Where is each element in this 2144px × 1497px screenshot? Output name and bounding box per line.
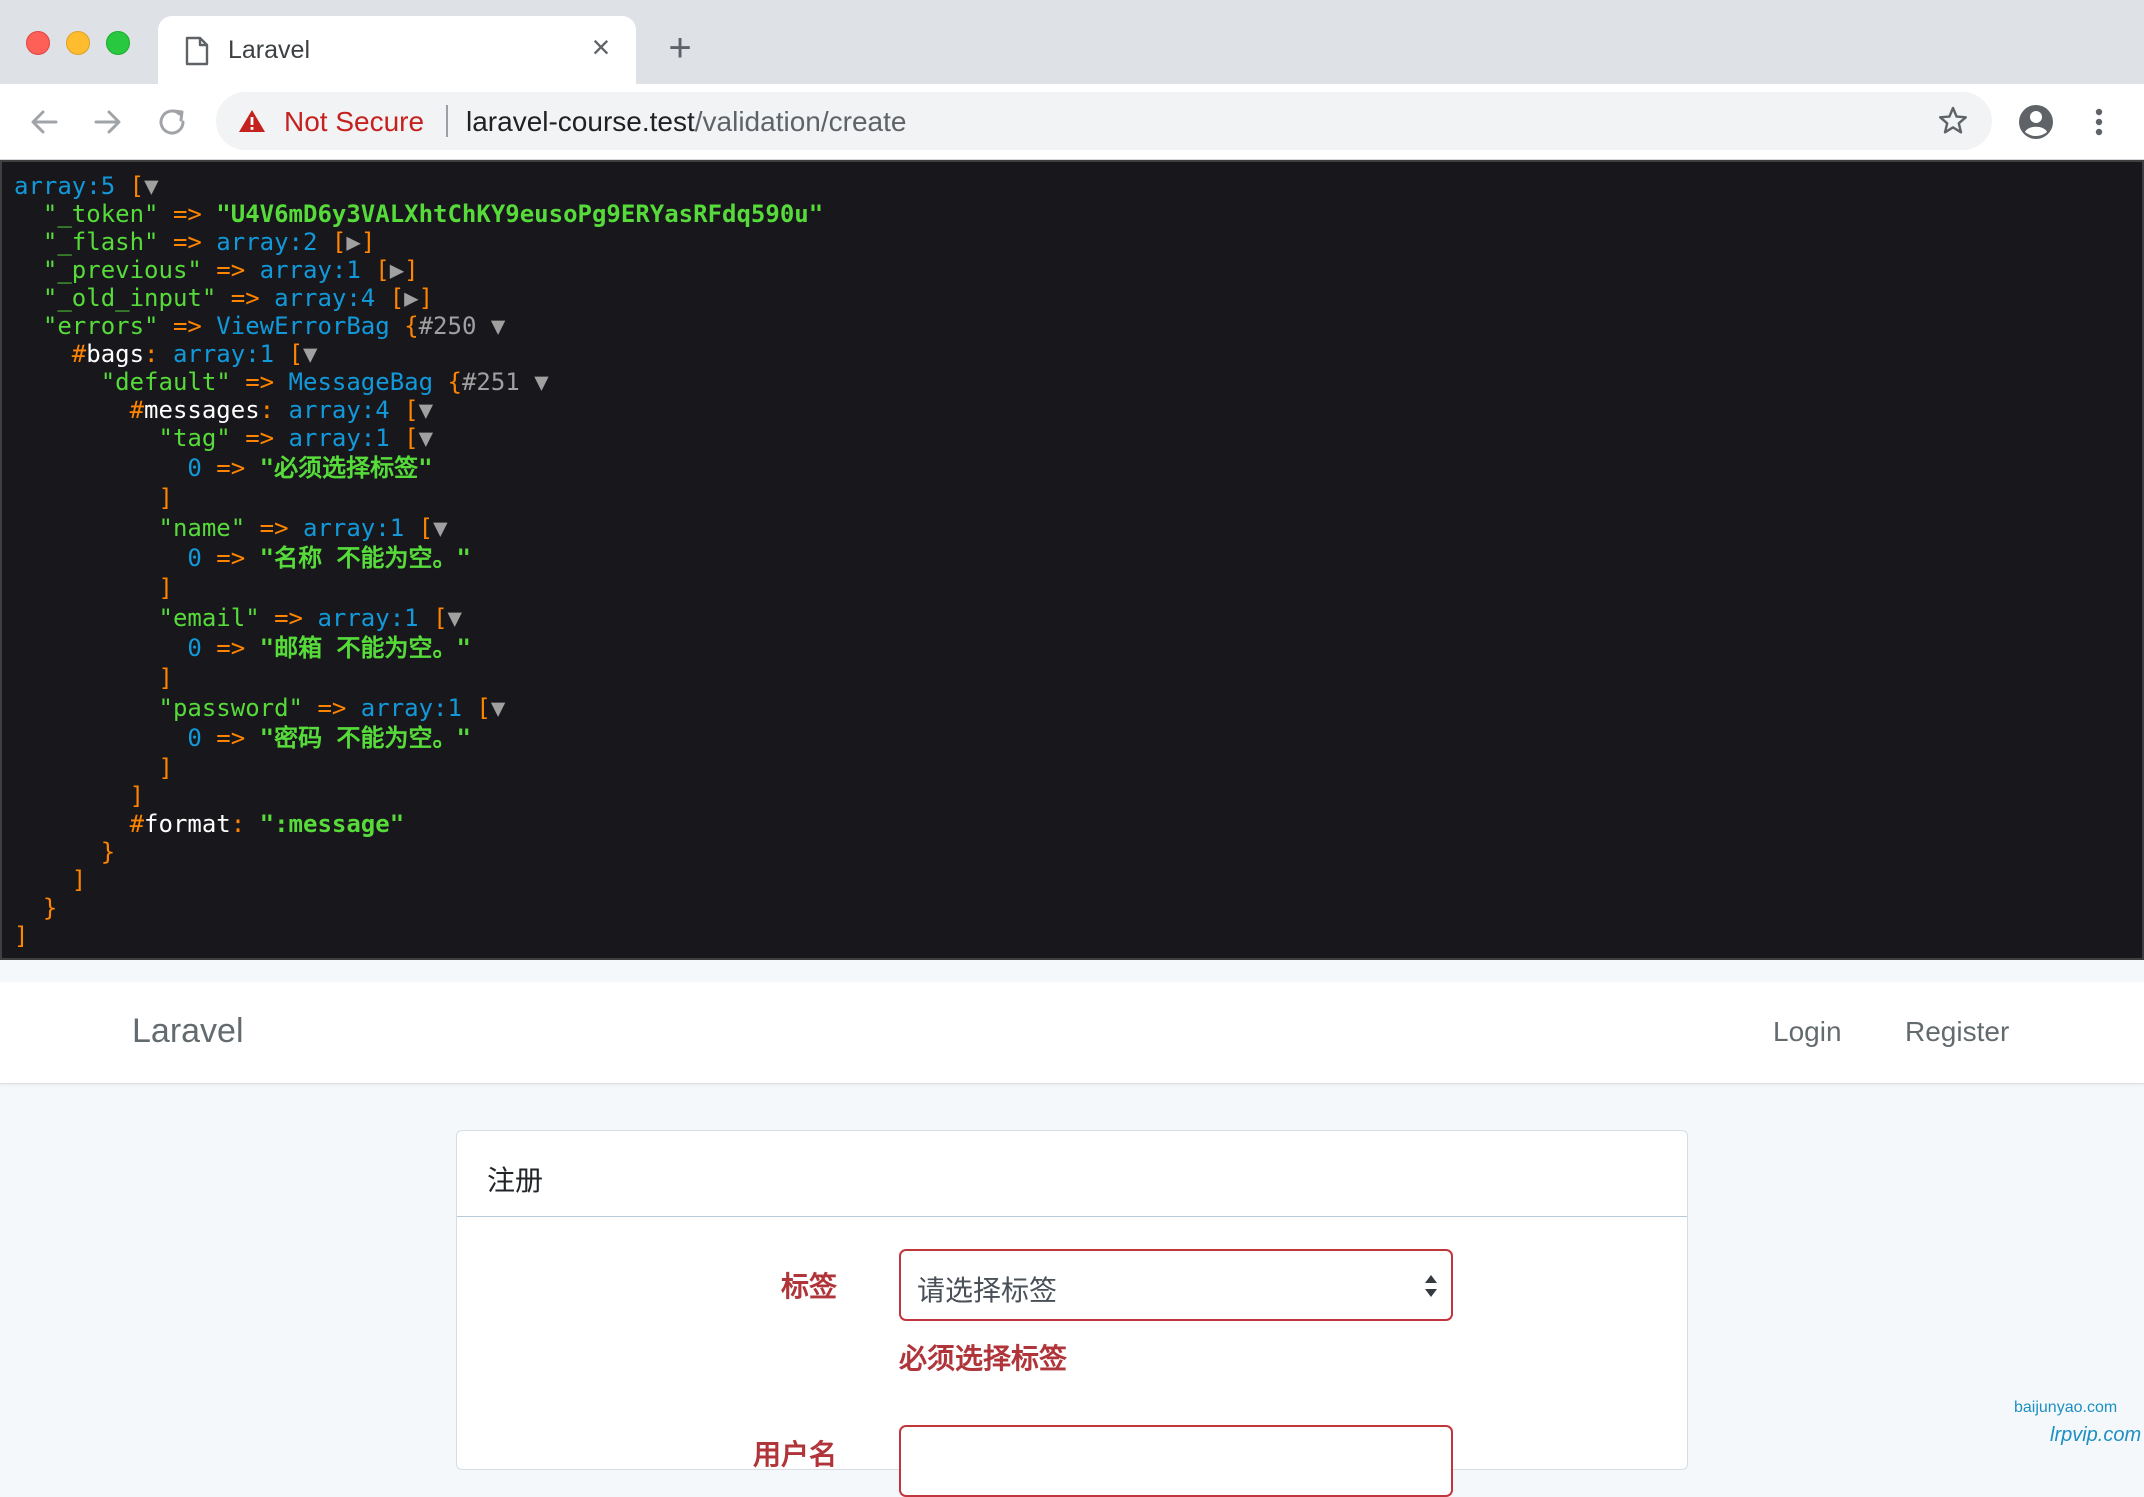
toggle-collapse-icon[interactable]: ▼ [303,340,317,368]
dump-line-email: "email" => array:1 [▼ [158,604,462,632]
toggle-expand-icon[interactable]: ▶ [390,256,404,284]
toggle-collapse-icon[interactable]: ▼ [448,604,462,632]
warning-triangle-icon [239,110,265,132]
dump-line-messages: #messages: array:4 [▼ [129,396,434,424]
bookmark-star-icon[interactable] [1936,104,1970,138]
name-input[interactable] [899,1425,1453,1497]
toggle-collapse-icon[interactable]: ▼ [433,514,447,542]
dump-line-errors: "errors" => ViewErrorBag {#250 ▼ [42,312,506,340]
dump-line-messages-close: ] [129,782,145,810]
dump-line-flash: "_flash" => array:2 [▶] [42,228,376,256]
back-arrow-icon[interactable] [24,102,64,142]
forward-arrow-icon[interactable] [88,102,128,142]
tag-select[interactable]: 请选择标签 [899,1249,1453,1321]
dump-line-tag-msg: 0 => "必须选择标签" [187,454,433,482]
url-text[interactable]: laravel-course.test/validation/create [466,106,906,138]
dump-line-previous: "_previous" => array:1 [▶] [42,256,419,284]
dump-line-bags-close: ] [71,866,87,894]
dump-line-password: "password" => array:1 [▼ [158,694,506,722]
dump-line-default: "default" => MessageBag {#251 ▼ [100,368,549,396]
not-secure-label[interactable]: Not Secure [284,106,424,138]
dump-line-root-close: ] [14,922,29,950]
new-tab-button[interactable]: + [660,28,700,68]
address-bar[interactable]: Not Secure laravel-course.test/validatio… [216,92,1992,150]
dump-line-root: array:5 [▼ [14,172,159,200]
select-arrows-icon [1425,1275,1437,1297]
tag-select-value: 请选择标签 [917,1275,1058,1306]
browser-titlebar: Laravel × + [0,0,2144,86]
dump-line-token: "_token" => "U4V6mD6y3VALXhtChKY9eusoPg9… [42,200,824,228]
tab-title: Laravel [228,36,310,64]
browser-toolbar: Not Secure laravel-course.test/validatio… [0,84,2144,160]
watermark-lrpvip: lrpvip.com [2050,1424,2142,1446]
register-card: 注册 标签 请选择标签 必须选择标签 用户名 [456,1130,1688,1497]
dump-line-name-msg: 0 => "名称 不能为空。" [187,544,471,572]
watermark-baijunyao: baijunyao.com [2014,1399,2118,1416]
more-options-icon[interactable] [2084,102,2114,142]
dump-line-password-close: ] [158,754,173,782]
document-icon [185,36,209,66]
dump-line-name-close: ] [158,574,173,602]
dump-line-bags: #bags: array:1 [▼ [71,340,318,368]
app-navbar: Laravel Login Register [0,982,2144,1084]
dump-line-name: "name" => array:1 [▼ [158,514,448,542]
dump-line-email-close: ] [158,664,173,692]
brand-link[interactable]: Laravel [132,1012,244,1051]
toggle-collapse-icon[interactable]: ▼ [144,172,158,200]
minimize-window-button[interactable] [66,31,90,55]
toggle-expand-icon[interactable]: ▶ [346,228,360,256]
dump-line-old-input: "_old_input" => array:4 [▶] [42,284,434,312]
reload-icon[interactable] [152,102,192,142]
toggle-collapse-icon[interactable]: ▼ [419,424,433,452]
toggle-collapse-icon[interactable]: ▼ [491,312,505,340]
name-label: 用户名 [752,1439,837,1470]
card-header: 注册 [457,1131,1687,1217]
dump-line-password-msg: 0 => "密码 不能为空。" [187,724,471,752]
url-path: /validation/create [694,106,907,137]
toggle-expand-icon[interactable]: ▶ [404,284,418,312]
dump-line-errors-close: } [42,894,58,922]
toggle-collapse-icon[interactable]: ▼ [491,694,505,722]
browser-tab[interactable]: Laravel × [158,16,636,86]
card-title: 注册 [487,1165,544,1196]
zoom-window-button[interactable] [106,31,130,55]
profile-avatar-icon[interactable] [2016,102,2056,142]
dump-line-tag-close: ] [158,484,173,512]
dump-line-default-close: } [100,838,116,866]
dump-line-email-msg: 0 => "邮箱 不能为空。" [187,634,471,662]
address-separator [446,105,448,137]
url-host: laravel-course.test [466,106,695,137]
tag-error-message: 必须选择标签 [899,1343,1068,1374]
close-window-button[interactable] [26,31,50,55]
tag-label: 标签 [780,1271,837,1302]
toggle-collapse-icon[interactable]: ▼ [534,368,548,396]
login-link[interactable]: Login [1773,1016,1842,1048]
close-tab-icon[interactable]: × [584,30,618,64]
register-link[interactable]: Register [1905,1016,2009,1048]
dump-line-format: #format: ":message" [129,810,405,838]
toggle-collapse-icon[interactable]: ▼ [419,396,433,424]
var-dump-panel: array:5 [▼ "_token" => "U4V6mD6y3VALXhtC… [0,160,2144,960]
dump-line-tag: "tag" => array:1 [▼ [158,424,434,452]
